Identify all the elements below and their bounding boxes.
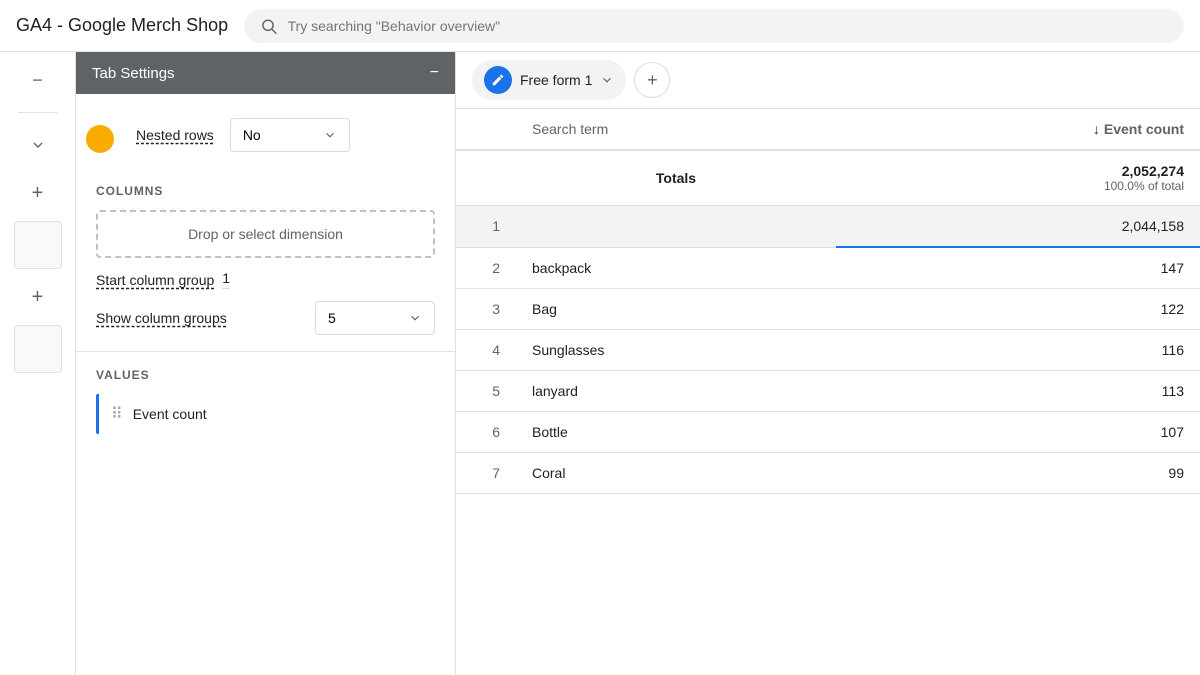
- top-bar: GA4 - Google Merch Shop: [0, 0, 1200, 52]
- start-column-group-label: Start column group: [96, 272, 214, 288]
- data-table: Search term ↓Event count Totals 2,052,27…: [456, 109, 1200, 494]
- drag-handle-icon[interactable]: ⠿: [111, 404, 123, 424]
- row-number: 6: [456, 412, 516, 453]
- search-term-cell: backpack: [516, 247, 836, 289]
- row-number: 1: [456, 206, 516, 248]
- event-count-cell: 99: [836, 453, 1200, 494]
- panel-title: Tab Settings: [92, 65, 175, 82]
- search-term-cell: Bottle: [516, 412, 836, 453]
- show-column-groups-row: Show column groups 5: [96, 301, 435, 335]
- dropdown-arrow-icon: [323, 128, 337, 142]
- table-row: 1 2,044,158: [456, 206, 1200, 248]
- table-row: 2backpack147: [456, 247, 1200, 289]
- data-area: Free form 1 + Search term ↓Event count: [456, 52, 1200, 675]
- values-section: VALUES ⠿ Event count: [76, 352, 455, 450]
- chevron-down-icon: [30, 137, 46, 153]
- sidebar-box-2: [14, 325, 62, 373]
- search-term-cell: Sunglasses: [516, 330, 836, 371]
- tab-name: Free form 1: [520, 72, 592, 88]
- tab-edit-icon: [484, 66, 512, 94]
- table-header-row: Search term ↓Event count: [456, 109, 1200, 150]
- event-count-cell: 116: [836, 330, 1200, 371]
- main-content: − + + Tab Settings − Nested rows No: [0, 52, 1200, 675]
- totals-subtext: 100.0% of total: [852, 179, 1184, 193]
- event-count-cell: 107: [836, 412, 1200, 453]
- nested-rows-value: No: [243, 127, 315, 143]
- search-term-cell: Coral: [516, 453, 836, 494]
- table-row: 3Bag122: [456, 289, 1200, 330]
- columns-section-title: COLUMNS: [96, 184, 435, 198]
- table-row: 5lanyard113: [456, 371, 1200, 412]
- sidebar-box-1: [14, 221, 62, 269]
- values-section-title: VALUES: [96, 368, 435, 382]
- totals-empty-cell: [456, 150, 516, 206]
- free-form-tab[interactable]: Free form 1: [472, 60, 626, 100]
- row-number: 2: [456, 247, 516, 289]
- search-term-cell: lanyard: [516, 371, 836, 412]
- table-row: 7Coral99: [456, 453, 1200, 494]
- row-number: 3: [456, 289, 516, 330]
- search-input[interactable]: [288, 18, 1168, 34]
- row-number: 7: [456, 453, 516, 494]
- app-title: GA4 - Google Merch Shop: [16, 15, 228, 36]
- panel-close-icon[interactable]: −: [430, 64, 439, 82]
- col-row-num-header: [456, 109, 516, 150]
- event-count-cell: 2,044,158: [836, 206, 1200, 248]
- col-search-term-header[interactable]: Search term: [516, 109, 836, 150]
- orange-dot-indicator: [86, 125, 114, 153]
- table-row: 4Sunglasses116: [456, 330, 1200, 371]
- table-wrapper[interactable]: Search term ↓Event count Totals 2,052,27…: [456, 109, 1200, 675]
- event-count-cell: 122: [836, 289, 1200, 330]
- totals-value-cell: 2,052,274 100.0% of total: [836, 150, 1200, 206]
- sidebar-add-button-1[interactable]: +: [18, 173, 58, 213]
- panel-header: Tab Settings −: [76, 52, 455, 94]
- row-number: 4: [456, 330, 516, 371]
- event-count-item: ⠿ Event count: [96, 394, 435, 434]
- nested-rows-label: Nested rows: [136, 127, 214, 143]
- nested-rows-section: Nested rows No: [76, 94, 455, 168]
- search-icon: [260, 17, 277, 35]
- show-column-groups-dropdown[interactable]: 5: [315, 301, 435, 335]
- event-count-cell: 113: [836, 371, 1200, 412]
- dropdown-arrow-icon-2: [408, 311, 422, 325]
- totals-label-cell: Totals: [516, 150, 836, 206]
- columns-section: COLUMNS Drop or select dimension Start c…: [76, 168, 455, 352]
- sidebar-minus-button[interactable]: −: [18, 60, 58, 100]
- search-term-cell: [516, 206, 836, 248]
- tab-bar: Free form 1 +: [456, 52, 1200, 109]
- add-tab-button[interactable]: +: [634, 62, 670, 98]
- col-event-count-header[interactable]: ↓Event count: [836, 109, 1200, 150]
- pencil-icon: [491, 73, 505, 87]
- start-column-group-value[interactable]: 1: [222, 270, 230, 289]
- search-term-cell: Bag: [516, 289, 836, 330]
- show-column-groups-value: 5: [328, 310, 400, 326]
- search-bar[interactable]: [244, 9, 1184, 43]
- tab-settings-panel: Tab Settings − Nested rows No COLUMNS Dr…: [76, 52, 456, 675]
- left-sidebar: − + +: [0, 52, 76, 675]
- drop-zone[interactable]: Drop or select dimension: [96, 210, 435, 258]
- table-row: 6Bottle107: [456, 412, 1200, 453]
- nested-rows-dropdown[interactable]: No: [230, 118, 350, 152]
- event-count-label: Event count: [133, 406, 207, 422]
- sort-arrow-icon: ↓: [1093, 121, 1100, 137]
- sidebar-divider: [18, 112, 58, 113]
- event-count-cell: 147: [836, 247, 1200, 289]
- sidebar-add-button-2[interactable]: +: [18, 277, 58, 317]
- show-column-groups-label: Show column groups: [96, 310, 299, 326]
- sidebar-chevron-down-button[interactable]: [18, 125, 58, 165]
- row-number: 5: [456, 371, 516, 412]
- totals-row: Totals 2,052,274 100.0% of total: [456, 150, 1200, 206]
- start-column-group-row: Start column group 1: [96, 270, 435, 289]
- tab-chevron-icon: [600, 73, 614, 87]
